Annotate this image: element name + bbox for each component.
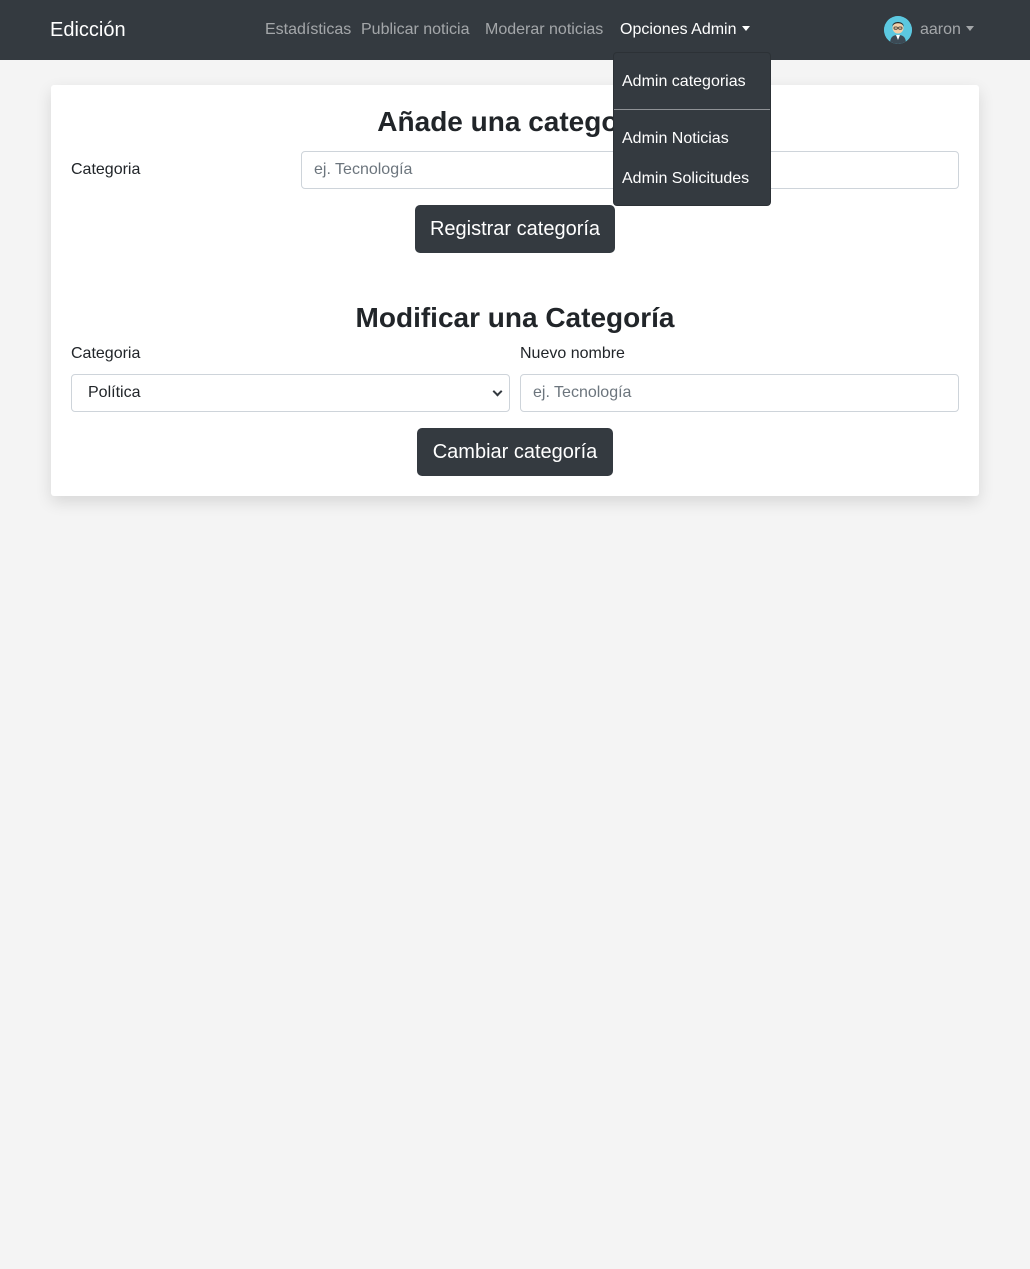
dropdown-divider [614,109,770,110]
register-category-button[interactable]: Registrar categoría [415,205,615,253]
modify-category-title: Modificar una Categoría [355,302,675,333]
new-name-label: Nuevo nombre [520,345,625,362]
chevron-down-icon [492,386,503,397]
nav-link-estadisticas[interactable]: Estadísticas [265,20,351,40]
category-select[interactable]: Política [71,374,510,412]
navbar-brand[interactable]: Edicción [50,18,126,42]
avatar-person-icon [884,16,912,44]
nav-dropdown-label: Opciones Admin [620,21,737,38]
dropdown-item-admin-noticias[interactable]: Admin Noticias [622,129,729,149]
nav-dropdown-opciones-admin[interactable]: Opciones Admin [620,20,750,40]
user-avatar[interactable] [884,16,912,44]
caret-down-icon [741,26,750,31]
new-name-input[interactable]: ej. Tecnología [520,374,959,412]
user-menu-toggle[interactable]: aaron [920,20,974,40]
category-admin-card: Añade una categoría Categoria ej. Tecnol… [51,85,979,496]
nav-link-publicar-noticia[interactable]: Publicar noticia [361,20,470,40]
change-category-button[interactable]: Cambiar categoría [417,428,613,476]
modify-category-label: Categoria [71,345,141,362]
nav-link-moderar-noticias[interactable]: Moderar noticias [485,20,603,40]
add-category-label: Categoria [71,161,141,178]
caret-down-icon [965,26,974,31]
user-name: aaron [920,21,961,38]
admin-dropdown-menu: Admin categorias Admin Noticias Admin So… [613,52,771,206]
dropdown-item-admin-categorias[interactable]: Admin categorias [622,72,746,92]
category-select-value: Política [88,384,141,401]
top-navbar: Edicción Estadísticas Publicar noticia M… [0,0,1030,60]
add-category-title: Añade una categoría [377,106,653,137]
dropdown-item-admin-solicitudes[interactable]: Admin Solicitudes [622,169,749,189]
